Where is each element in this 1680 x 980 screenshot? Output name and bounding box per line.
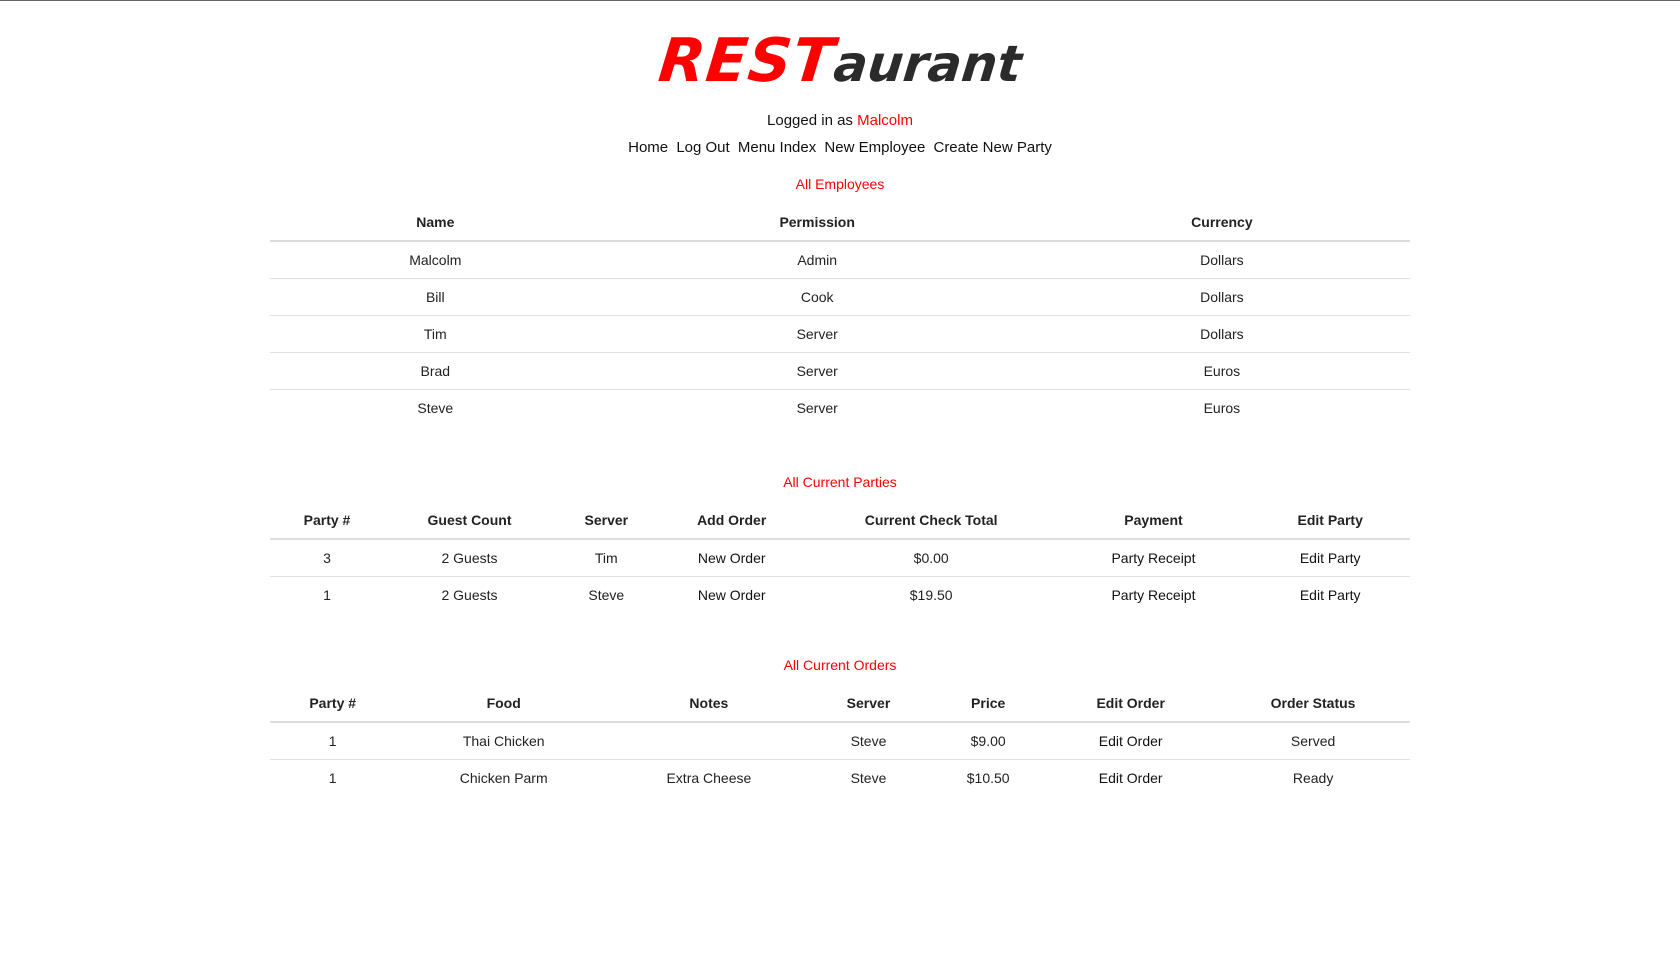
- nav-create-new-party[interactable]: Create New Party: [933, 139, 1051, 156]
- logged-in-user: Malcolm: [857, 112, 913, 129]
- nav-log-out[interactable]: Log Out: [676, 139, 729, 156]
- employee-currency: Dollars: [1033, 278, 1410, 316]
- col-permission: Permission: [600, 202, 1034, 242]
- col-notes: Notes: [611, 683, 806, 723]
- employee-name: Bill: [270, 278, 601, 316]
- table-row: 1 Thai Chicken Steve $9.00 Edit Order Se…: [270, 722, 1410, 760]
- employee-name: Brad: [270, 352, 601, 390]
- party-receipt-link[interactable]: Party Receipt: [1111, 587, 1195, 603]
- col-current-check-total: Current Check Total: [805, 500, 1057, 540]
- orders-title: All Current Orders: [783, 657, 897, 673]
- party-number: 3: [323, 550, 331, 566]
- new-order-link[interactable]: New Order: [698, 550, 766, 566]
- employee-permission: Admin: [797, 252, 838, 268]
- check-total: $19.50: [805, 576, 1057, 613]
- edit-party-link[interactable]: Edit Party: [1300, 550, 1361, 566]
- col-price: Price: [931, 683, 1046, 723]
- col-edit-party: Edit Party: [1250, 500, 1410, 540]
- employee-currency: Euros: [1033, 389, 1410, 426]
- col-guest-count: Guest Count: [384, 500, 555, 540]
- table-row: 1 Chicken Parm Extra Cheese Steve $10.50…: [270, 759, 1410, 796]
- employee-permission: Server: [600, 389, 1034, 426]
- order-server: Steve: [850, 733, 887, 749]
- employee-currency: Dollars: [1200, 252, 1244, 268]
- party-number: 1: [270, 576, 384, 613]
- parties-table-wrap: Party # Guest Count Server Add Order Cur…: [270, 500, 1410, 613]
- order-food: Thai Chicken: [462, 733, 545, 749]
- edit-order-link[interactable]: Edit Order: [1099, 770, 1163, 786]
- employee-name: Malcolm: [409, 252, 462, 268]
- order-notes: [612, 722, 806, 760]
- edit-order-link[interactable]: Edit Order: [1099, 733, 1163, 749]
- order-server: Steve: [805, 759, 932, 796]
- col-server: Server: [555, 500, 658, 540]
- table-row: 3 2 Guests Tim New Order $0.00 Party Rec…: [270, 539, 1410, 577]
- nav-home[interactable]: Home: [628, 139, 668, 156]
- employees-header-row: Name Permission Currency: [270, 202, 1410, 242]
- employee-name: Steve: [270, 389, 601, 426]
- order-food: Chicken Parm: [395, 759, 612, 796]
- col-payment: Payment: [1056, 500, 1251, 540]
- table-row: Brad Server Euros: [270, 352, 1410, 390]
- col-edit-order: Edit Order: [1045, 683, 1217, 723]
- orders-header-row: Party # Food Notes Server Price Edit Ord…: [270, 683, 1410, 723]
- employee-currency: Dollars: [1033, 315, 1410, 353]
- order-party-number: 1: [328, 733, 337, 749]
- col-currency: Currency: [1033, 202, 1410, 242]
- table-row: Bill Cook Dollars: [270, 278, 1410, 316]
- employee-name: Tim: [270, 315, 601, 353]
- table-row: 1 2 Guests Steve New Order $19.50 Party …: [270, 576, 1410, 613]
- employee-permission: Server: [600, 352, 1034, 390]
- employee-currency: Euros: [1033, 352, 1410, 390]
- party-receipt-link[interactable]: Party Receipt: [1111, 550, 1195, 566]
- order-notes: Extra Cheese: [611, 759, 806, 796]
- table-row: Tim Server Dollars: [270, 315, 1410, 353]
- check-total: $0.00: [913, 550, 949, 566]
- login-status: Logged in as Malcolm: [0, 112, 1680, 129]
- logo-rest: REST: [655, 26, 838, 96]
- main-nav: Home Log Out Menu Index New Employee Cre…: [0, 139, 1680, 156]
- col-name: Name: [270, 202, 601, 242]
- login-prefix: Logged in as: [767, 112, 853, 129]
- col-add-order: Add Order: [657, 500, 806, 540]
- guest-count: 2 Guests: [384, 576, 555, 613]
- col-party-number: Party #: [270, 683, 396, 723]
- employees-table-wrap: Name Permission Currency Malcolm Admin D…: [270, 202, 1410, 426]
- order-status: Ready: [1216, 759, 1410, 796]
- parties-table: Party # Guest Count Server Add Order Cur…: [270, 500, 1410, 613]
- employee-permission: Server: [600, 315, 1034, 353]
- restaurant-logo: RESTaurant: [655, 25, 1025, 100]
- logo-aurant: aurant: [830, 35, 1025, 93]
- party-server: Tim: [594, 550, 618, 566]
- employees-table: Name Permission Currency Malcolm Admin D…: [270, 202, 1410, 426]
- orders-table-wrap: Party # Food Notes Server Price Edit Ord…: [270, 683, 1410, 796]
- col-order-status: Order Status: [1216, 683, 1410, 723]
- col-party-number: Party #: [270, 500, 384, 540]
- page-header: RESTaurant Logged in as Malcolm Home Log…: [0, 1, 1680, 156]
- new-order-link[interactable]: New Order: [698, 587, 766, 603]
- nav-menu-index[interactable]: Menu Index: [738, 139, 816, 156]
- employee-permission: Cook: [600, 278, 1034, 316]
- parties-title: All Current Parties: [783, 474, 897, 490]
- order-price: $10.50: [931, 759, 1046, 796]
- orders-table: Party # Food Notes Server Price Edit Ord…: [270, 683, 1410, 796]
- table-row: Steve Server Euros: [270, 389, 1410, 426]
- order-party-number: 1: [270, 759, 396, 796]
- party-server: Steve: [555, 576, 658, 613]
- order-price: $9.00: [970, 733, 1006, 749]
- guest-count: 2 Guests: [441, 550, 498, 566]
- table-row: Malcolm Admin Dollars: [270, 241, 1410, 279]
- employees-title: All Employees: [795, 176, 885, 192]
- nav-new-employee[interactable]: New Employee: [824, 139, 925, 156]
- col-server: Server: [805, 683, 932, 723]
- order-status: Served: [1290, 733, 1336, 749]
- edit-party-link[interactable]: Edit Party: [1300, 587, 1361, 603]
- parties-header-row: Party # Guest Count Server Add Order Cur…: [270, 500, 1410, 540]
- col-food: Food: [395, 683, 612, 723]
